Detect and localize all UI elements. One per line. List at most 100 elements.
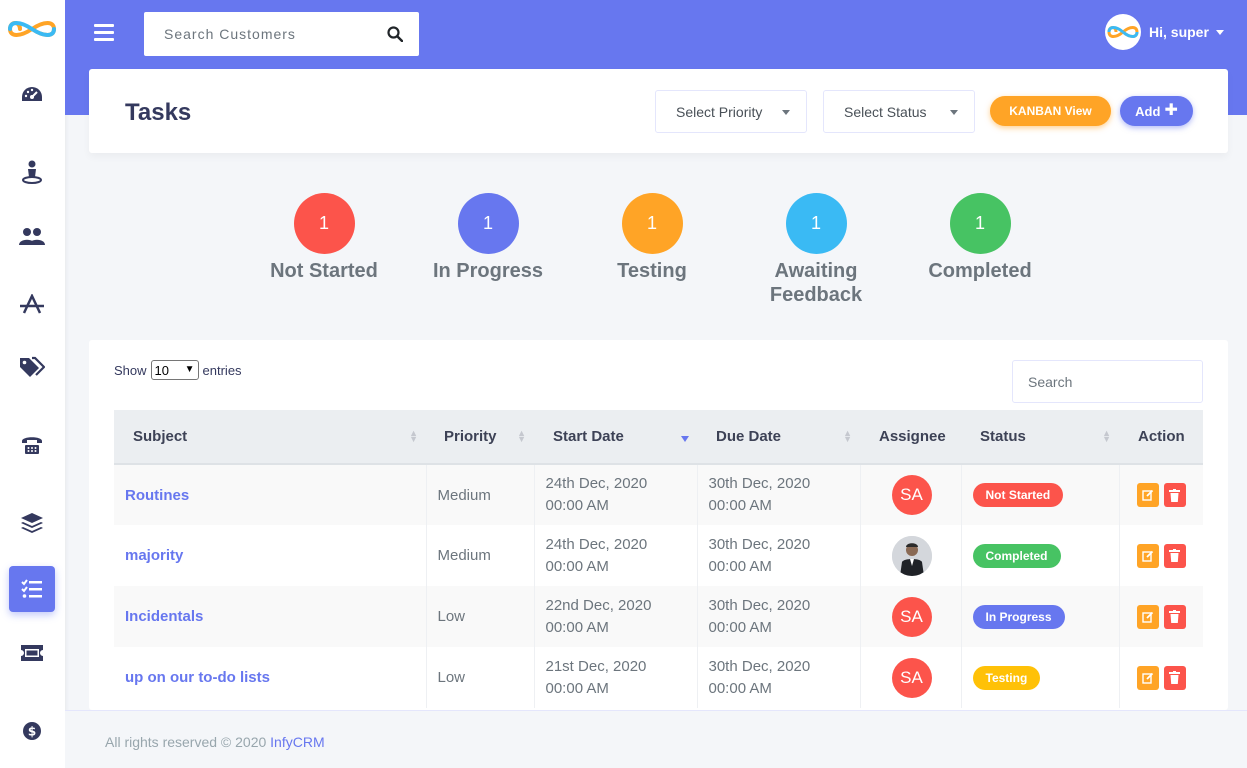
- layers-icon: [21, 513, 43, 533]
- due-date-cell: 30th Dec, 2020 00:00 AM: [697, 647, 861, 708]
- task-subject-link[interactable]: up on our to-do lists: [125, 669, 270, 686]
- assignee-avatar[interactable]: SA: [891, 657, 932, 698]
- kanban-view-button[interactable]: KANBAN View: [990, 96, 1111, 126]
- counter-circle: 1: [785, 193, 847, 254]
- table-row: up on our to-do lists Low 21st Dec, 2020…: [114, 647, 1203, 708]
- footer-brand-link[interactable]: InfyCRM: [270, 734, 324, 750]
- column-header-start-date[interactable]: Start Date: [534, 410, 697, 465]
- payment-icon: $: [23, 722, 41, 740]
- add-task-button[interactable]: Add ✚: [1120, 96, 1193, 126]
- sidebar-item-leads[interactable]: [9, 281, 55, 327]
- assignee-avatar[interactable]: SA: [891, 596, 932, 637]
- counter-circle: 1: [621, 193, 683, 254]
- priority-cell: Medium: [426, 464, 535, 525]
- priority-select-label: Select Priority: [676, 103, 763, 120]
- sidebar-item-calls[interactable]: [9, 422, 55, 468]
- user-menu[interactable]: Hi, super: [1105, 14, 1224, 50]
- phone-icon: [22, 437, 42, 454]
- assignee-avatar[interactable]: SA: [891, 475, 932, 515]
- priority-select[interactable]: Select Priority: [655, 90, 807, 133]
- column-header-due-date[interactable]: Due Date ▲ ▼: [697, 410, 860, 465]
- edit-icon: [1141, 672, 1153, 684]
- edit-button[interactable]: [1136, 665, 1159, 690]
- sidebar-item-dashboard[interactable]: [9, 72, 55, 118]
- sidebar-item-tickets[interactable]: [9, 630, 55, 676]
- members-icon: [19, 228, 45, 245]
- assignee-cell: SA: [860, 647, 962, 708]
- column-header-action: Action: [1119, 410, 1203, 465]
- sidebar-item-members[interactable]: [9, 214, 55, 260]
- chevron-down-icon: [950, 110, 958, 115]
- sort-desc-icon: [681, 436, 689, 442]
- action-cell: [1119, 464, 1203, 525]
- action-cell: [1119, 647, 1203, 708]
- status-cell: In Progress: [961, 586, 1120, 647]
- counter-circle: 1: [949, 193, 1011, 254]
- status-badge: In Progress: [972, 604, 1065, 629]
- edit-icon: [1141, 489, 1153, 501]
- edit-button[interactable]: [1136, 483, 1159, 507]
- trash-icon: [1169, 671, 1180, 684]
- svg-text:$: $: [28, 725, 36, 739]
- delete-button[interactable]: [1163, 604, 1186, 629]
- plus-icon: ✚: [1164, 102, 1178, 119]
- sidebar-item-tags[interactable]: [9, 344, 55, 390]
- status-cell: Completed: [961, 525, 1120, 586]
- column-header-assignee: Assignee: [860, 410, 961, 465]
- status-cell: Testing: [961, 647, 1120, 708]
- ticket-icon: [21, 645, 43, 661]
- delete-button[interactable]: [1163, 665, 1186, 690]
- table-search-input[interactable]: [1012, 360, 1203, 403]
- sort-icon: ▲ ▼: [843, 428, 852, 444]
- table-row: majority Medium 24th Dec, 2020 00:00 AM 3…: [114, 525, 1203, 586]
- edit-button[interactable]: [1136, 543, 1159, 568]
- assignee-avatar[interactable]: [891, 535, 932, 576]
- due-date-cell: 30th Dec, 2020 00:00 AM: [697, 525, 861, 586]
- infinity-logo[interactable]: [6, 14, 58, 44]
- counter-label: Awaiting Feedback: [769, 260, 863, 306]
- customer-search-input[interactable]: [144, 12, 379, 56]
- menu-toggle-button[interactable]: [94, 24, 114, 42]
- counter-awaiting-feedback: 1 Awaiting Feedback: [746, 193, 886, 307]
- task-subject-link[interactable]: majority: [125, 547, 183, 564]
- column-header-status[interactable]: Status ▲ ▼: [961, 410, 1119, 465]
- table-row: Incidentals Low 22nd Dec, 2020 00:00 AM 3…: [114, 586, 1203, 647]
- tasks-table-card: Show 10 ▼ entries Subject▲▼ Priority▲▼ S…: [89, 340, 1228, 710]
- counter-label: In Progress: [432, 260, 544, 282]
- status-badge: Completed: [972, 543, 1061, 568]
- tasks-table: Subject ▲ ▼ Priority ▲ ▼ Start Date Due Date…: [114, 410, 1203, 708]
- sidebar-item-customers[interactable]: [9, 149, 55, 195]
- column-header-subject[interactable]: Subject ▲ ▼: [114, 410, 426, 465]
- footer: All rights reserved © 2020 InfyCRM: [65, 710, 1247, 768]
- assignee-cell: SA: [860, 586, 962, 647]
- counter-not-started: 1 Not Started: [254, 193, 394, 283]
- start-date-cell: 24th Dec, 2020 00:00 AM: [534, 464, 698, 525]
- start-date-cell: 21st Dec, 2020 00:00 AM: [534, 647, 698, 708]
- search-icon[interactable]: [387, 26, 403, 42]
- action-cell: [1119, 586, 1203, 647]
- column-header-priority[interactable]: Priority ▲ ▼: [426, 410, 534, 465]
- subject-cell: Routines: [114, 464, 427, 525]
- counter-circle: 1: [293, 193, 355, 254]
- customer-search: [144, 12, 419, 56]
- sidebar-item-payments[interactable]: $: [9, 708, 55, 754]
- start-date-cell: 24th Dec, 2020 00:00 AM: [534, 525, 698, 586]
- sidebar-item-tasks[interactable]: [9, 566, 55, 612]
- status-select-label: Select Status: [844, 103, 927, 120]
- entries-select[interactable]: 10 ▼: [150, 360, 199, 380]
- sidebar-item-projects[interactable]: [9, 500, 55, 546]
- chevron-down-icon: ▼: [184, 364, 195, 375]
- section-header: Tasks Select Priority Select Status KANB…: [89, 69, 1228, 153]
- delete-button[interactable]: [1163, 483, 1186, 507]
- delete-button[interactable]: [1163, 543, 1186, 568]
- status-badge: Not Started: [972, 483, 1064, 507]
- counter-label: Not Started: [270, 260, 378, 282]
- status-select[interactable]: Select Status: [823, 90, 975, 133]
- task-subject-link[interactable]: Routines: [125, 487, 189, 504]
- action-cell: [1119, 525, 1203, 586]
- leads-icon: [20, 294, 44, 314]
- counter-circle: 1: [457, 193, 519, 254]
- page-title: Tasks: [125, 99, 192, 126]
- task-subject-link[interactable]: Incidentals: [125, 608, 203, 625]
- edit-button[interactable]: [1136, 604, 1159, 629]
